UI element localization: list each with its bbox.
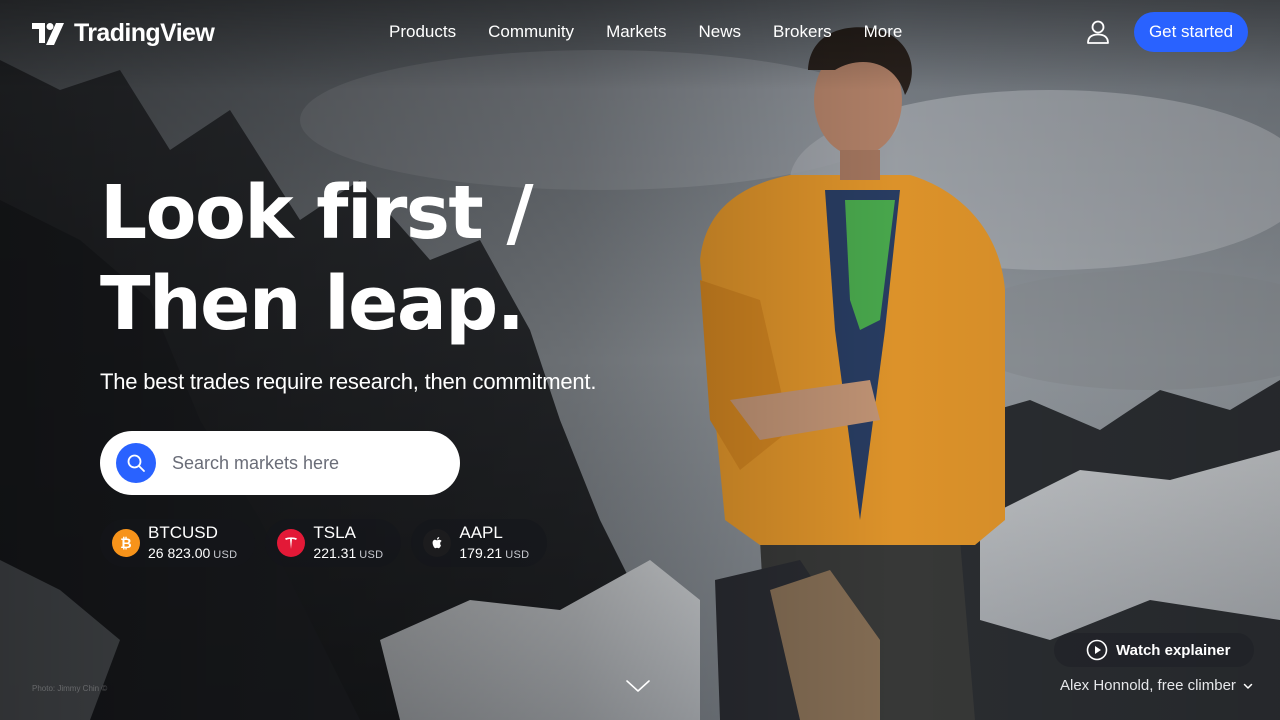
watch-explainer-label: Watch explainer bbox=[1116, 641, 1231, 659]
get-started-button[interactable]: Get started bbox=[1134, 12, 1248, 52]
watch-explainer-button[interactable]: Watch explainer bbox=[1054, 633, 1254, 667]
ticker-tsla[interactable]: TSLA 221.31 USD bbox=[265, 519, 402, 567]
ticker-currency: USD bbox=[213, 548, 238, 561]
hero-background bbox=[0, 0, 1280, 720]
ticker-currency: USD bbox=[505, 548, 530, 561]
play-circle-icon bbox=[1086, 639, 1108, 661]
ticker-price: 221.31 bbox=[313, 544, 357, 561]
nav-item-brokers[interactable]: Brokers bbox=[757, 20, 848, 44]
chevron-down-icon bbox=[1243, 683, 1253, 689]
tradingview-logo[interactable]: TradingView bbox=[32, 19, 215, 48]
bitcoin-icon: ₿ bbox=[112, 529, 140, 557]
search-input[interactable] bbox=[172, 452, 432, 474]
ticker-list: ₿ BTCUSD 26 823.00 USD TSLA 221.31 USD AAP… bbox=[100, 519, 548, 567]
tradingview-logo-icon bbox=[32, 22, 64, 45]
nav-item-products[interactable]: Products bbox=[373, 20, 472, 44]
nav-item-news[interactable]: News bbox=[683, 20, 758, 44]
ticker-aapl[interactable]: AAPL 179.21 USD bbox=[411, 519, 548, 567]
hero-title-line-1: Look first / bbox=[100, 170, 534, 256]
main-nav: Products Community Markets News Brokers … bbox=[373, 20, 918, 44]
nav-item-community[interactable]: Community bbox=[472, 20, 590, 44]
search-icon bbox=[127, 454, 145, 472]
hero-subtitle: The best trades require research, then c… bbox=[100, 369, 597, 394]
ticker-price: 26 823.00 bbox=[148, 544, 211, 561]
nav-item-more[interactable]: More bbox=[848, 20, 919, 44]
user-icon[interactable] bbox=[1084, 18, 1112, 46]
tesla-icon bbox=[277, 529, 306, 557]
ticker-price: 179.21 bbox=[459, 544, 503, 561]
ticker-btcusd[interactable]: ₿ BTCUSD 26 823.00 USD bbox=[100, 519, 256, 567]
photo-credit: Photo: Jimmy Chin © bbox=[32, 684, 108, 693]
scroll-down-chevron-icon[interactable] bbox=[624, 676, 652, 696]
market-search-bar[interactable] bbox=[100, 431, 460, 495]
svg-text:₿: ₿ bbox=[120, 536, 131, 551]
site-header: TradingView Products Community Markets N… bbox=[0, 0, 1280, 64]
photo-caption-text: Alex Honnold, free climber bbox=[1060, 677, 1236, 694]
nav-item-markets[interactable]: Markets bbox=[590, 20, 682, 44]
photo-caption[interactable]: Alex Honnold, free climber bbox=[1060, 677, 1254, 694]
ticker-symbol: AAPL bbox=[459, 522, 503, 542]
brand-name: TradingView bbox=[74, 19, 215, 47]
ticker-currency: USD bbox=[359, 548, 384, 561]
hero-title-line-2: Then leap. bbox=[100, 261, 525, 347]
ticker-symbol: BTCUSD bbox=[148, 522, 218, 542]
hero-title: Look first / Then leap. bbox=[100, 168, 660, 350]
search-button[interactable] bbox=[116, 443, 156, 483]
ticker-symbol: TSLA bbox=[313, 522, 356, 542]
apple-icon bbox=[423, 529, 452, 557]
